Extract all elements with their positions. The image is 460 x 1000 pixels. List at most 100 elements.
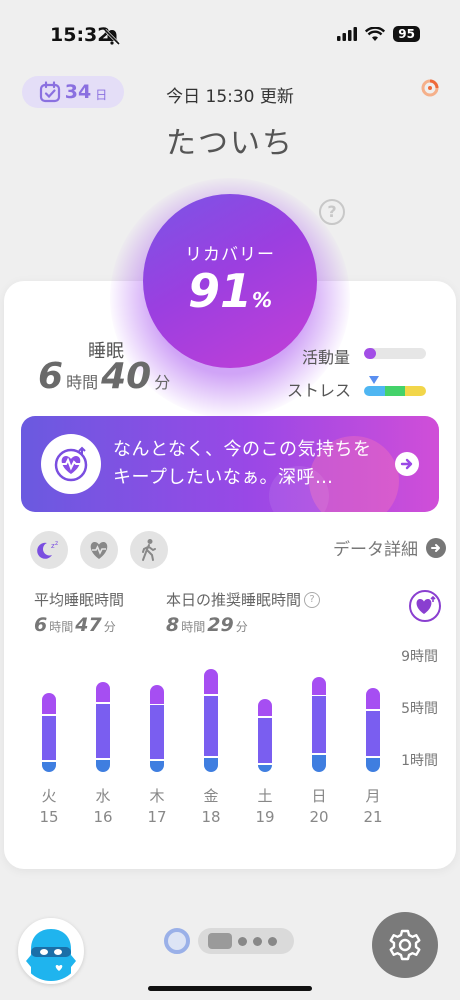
activity-label: 活動量 [302,348,351,367]
gear-icon [389,929,421,961]
y-axis-tick-label: 9時間 [401,649,438,665]
user-name-title: たついち [166,126,294,161]
current-page-indicator [208,933,232,949]
x-axis-day-label: 月 21 [358,786,388,828]
recovery-score-orb[interactable]: リカバリー 91% [143,194,317,368]
banner-message: なんとなく、今のこの気持ちをキープしたいなぁ。深呼… [113,439,372,488]
recovery-label: リカバリー [185,245,275,265]
sleep-moon-icon[interactable]: zz [30,531,68,569]
x-axis-day-label: 火 15 [34,786,64,828]
stress-label: ストレス [287,381,352,400]
x-axis-day-label: 日 20 [304,786,334,828]
sleep-bar-segment [312,677,326,695]
sleep-bar[interactable] [150,684,164,772]
recovery-value-number: 91 [187,264,252,318]
sleep-bar[interactable] [96,682,110,772]
y-axis-tick-label: 5時間 [401,701,438,717]
home-indicator [148,986,312,991]
x-axis-day-label: 金 18 [196,786,226,828]
sleep-bar-segment [204,696,218,757]
ring-page-icon[interactable] [164,928,190,954]
status-icons: 95 [337,26,420,42]
x-axis-weekday: 日 [311,787,327,805]
sleep-bar[interactable] [204,669,218,772]
x-axis-weekday: 金 [203,787,219,805]
walking-icon[interactable] [130,531,168,569]
data-details-label: データ詳細 [333,540,418,560]
cellular-signal-icon [337,27,358,41]
page-indicator[interactable] [164,928,294,954]
page-dot [253,936,262,946]
x-axis-day-label: 水 16 [88,786,118,828]
last-updated-text: 今日 15:30 更新 [166,87,294,107]
x-axis-weekday: 水 [95,787,111,805]
sleep-bar-segment [150,705,164,759]
recommended-sleep-help-icon[interactable]: ? [304,591,321,608]
x-axis-date: 15 [39,808,59,826]
settings-button[interactable] [372,912,438,978]
sleep-bar-segment [258,699,272,717]
recommended-sleep-hours-unit: 時間 [181,620,206,634]
svg-text:z: z [55,540,58,547]
heart-upload-icon[interactable] [409,590,441,622]
message-banner[interactable]: なんとなく、今のこの気持ちをキープしたいなぁ。深呼… [21,416,439,512]
sleep-minutes-unit: 分 [154,373,171,392]
sleep-bar-segment [42,715,56,761]
stress-segment [384,386,406,396]
sleep-bar-segment [366,687,380,709]
sleep-bar-segment [258,764,272,772]
recommended-sleep-label-row: 本日の推奨睡眠時間 ? [166,589,321,610]
sleep-bar[interactable] [366,687,380,773]
sleep-minutes: 40 [101,356,152,397]
x-axis-date: 20 [309,808,329,826]
sleep-hours: 6 [38,356,64,397]
x-axis-date: 18 [201,808,221,826]
activity-level-bar [364,348,426,359]
x-axis-date: 16 [93,808,113,826]
sleep-bar-segment [150,760,164,772]
average-sleep-hours: 6 [34,614,48,636]
sleep-bar[interactable] [258,699,272,772]
recommended-sleep-hours: 8 [166,614,180,636]
sleep-duration: 6 時間40 分 [38,356,173,397]
heart-rate-icon[interactable] [80,531,118,569]
heart-monitor-logo-icon [41,434,101,494]
arrow-right-circle-icon [426,537,446,558]
x-axis-day-label: 土 19 [250,786,280,828]
wifi-icon [365,26,386,41]
weekly-sleep-chart: 9時間 5時間 1時間火 15 水 16 木 17 金 18 土 19 日 20 月 21 [0,640,460,840]
stress-segment [405,386,426,396]
avatar[interactable] [18,918,84,984]
sleep-bar-segment [366,710,380,757]
page-dots[interactable] [198,928,294,954]
sleep-hours-unit: 時間 [66,373,99,392]
sleep-bar-segment [96,704,110,758]
sleep-bar-segment [366,758,380,772]
sleep-bar[interactable] [42,692,56,772]
ring-device-icon[interactable] [420,78,440,102]
recommended-sleep-label: 本日の推奨睡眠時間 [166,591,302,609]
status-time: 15:32 [50,24,111,46]
x-axis-weekday: 木 [149,787,165,805]
average-sleep-minutes: 47 [75,614,102,636]
x-axis-weekday: 月 [365,787,381,805]
data-details-link[interactable]: データ詳細 [333,535,446,560]
sleep-bar-segment [312,754,326,772]
activity-level-fill [364,348,377,359]
average-sleep-minutes-unit: 分 [103,620,116,634]
sleep-bar-segment [96,759,110,772]
stress-marker [369,376,379,384]
x-axis-date: 17 [147,808,167,826]
sleep-bar[interactable] [312,677,326,772]
recommended-sleep-minutes: 29 [207,614,234,636]
average-sleep-hours-unit: 時間 [49,620,74,634]
x-axis-day-label: 木 17 [142,786,172,828]
sleep-bar-segment [150,684,164,704]
sleep-bar-segment [204,669,218,695]
recommended-sleep-value: 8 時間 29 分 [166,614,250,636]
battery-indicator: 95 [393,26,420,42]
recovery-value: 91% [143,264,317,318]
sleep-bar-segment [312,696,326,753]
x-axis-weekday: 土 [257,787,273,805]
arrow-right-icon[interactable] [395,452,419,476]
